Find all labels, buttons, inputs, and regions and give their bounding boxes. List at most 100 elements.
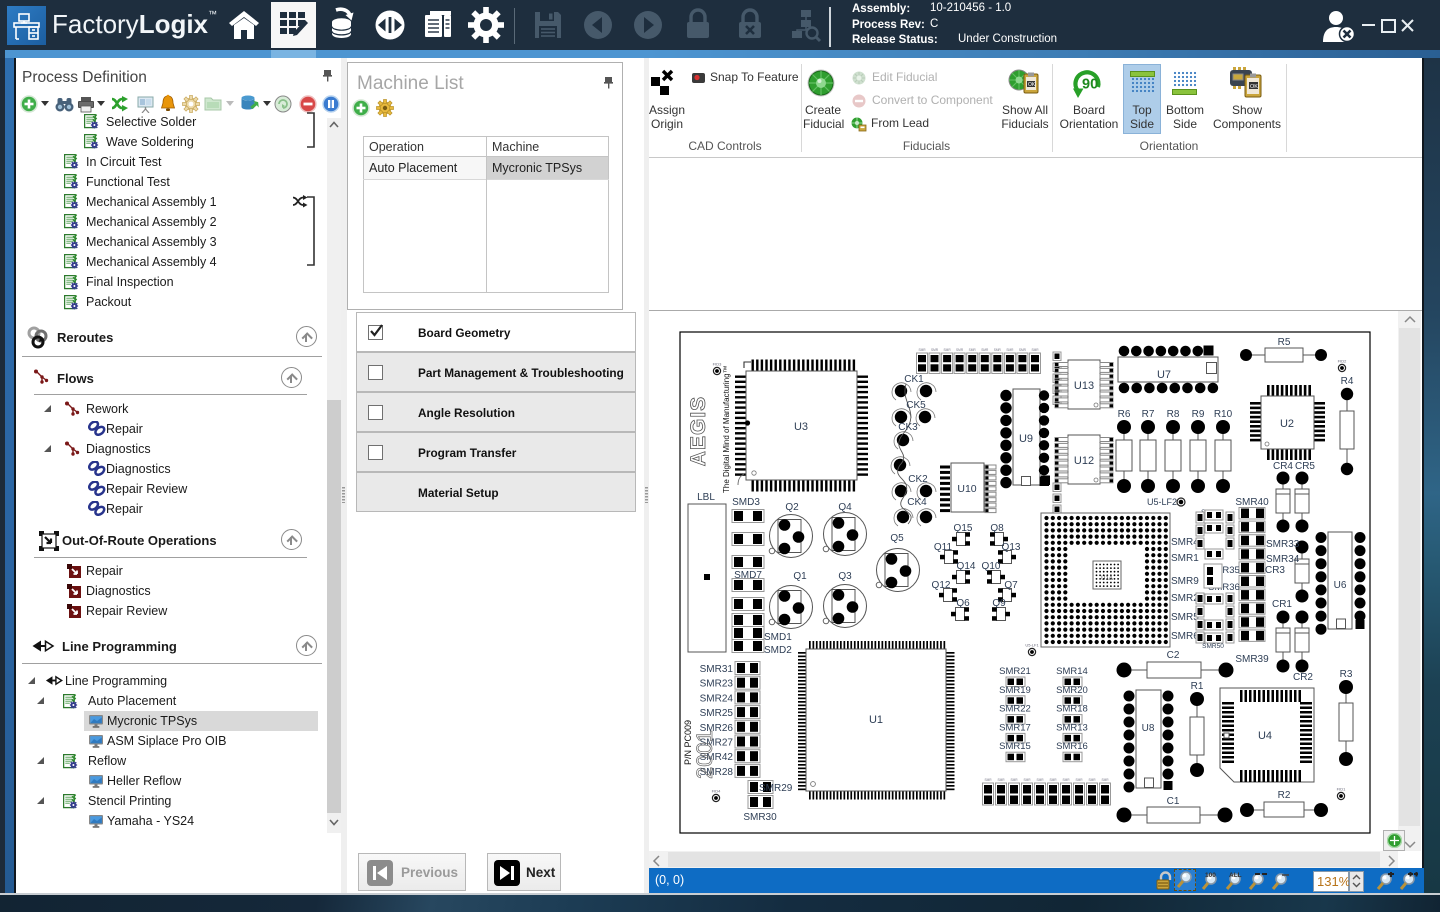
svg-text:SMR34: SMR34 bbox=[1266, 554, 1300, 565]
svg-text:SMR21: SMR21 bbox=[999, 666, 1031, 677]
svg-text:U5-LF2: U5-LF2 bbox=[1147, 497, 1177, 507]
svg-text:R9: R9 bbox=[1192, 409, 1205, 420]
svg-text:SMR18: SMR18 bbox=[1056, 704, 1088, 715]
svg-text:SMR22: SMR22 bbox=[999, 704, 1031, 715]
svg-text:The Digital Mind of Manufactur: The Digital Mind of Manufacturing™ bbox=[722, 365, 731, 493]
svg-text:SMR: SMR bbox=[1036, 778, 1044, 782]
svg-text:CK5: CK5 bbox=[906, 400, 926, 411]
svg-text:SMR30: SMR30 bbox=[743, 812, 777, 823]
svg-text:SMR33: SMR33 bbox=[1266, 539, 1300, 550]
svg-text:SMD2: SMD2 bbox=[764, 645, 792, 656]
svg-text:U1A: U1A bbox=[1101, 576, 1113, 582]
svg-text:Q9: Q9 bbox=[992, 598, 1006, 609]
svg-text:R1: R1 bbox=[1191, 681, 1204, 692]
svg-text:SMR9: SMR9 bbox=[1171, 576, 1199, 587]
svg-text:C1: C1 bbox=[1167, 796, 1180, 807]
svg-text:Q8: Q8 bbox=[990, 523, 1004, 534]
svg-text:SMR: SMR bbox=[1006, 348, 1014, 352]
svg-text:R7: R7 bbox=[1142, 409, 1155, 420]
svg-text:SMR6: SMR6 bbox=[1171, 631, 1199, 642]
svg-text:90: 90 bbox=[1082, 77, 1098, 93]
svg-text:Q13: Q13 bbox=[1002, 542, 1021, 553]
svg-text:Q2: Q2 bbox=[785, 502, 799, 513]
svg-text:SMR: SMR bbox=[1031, 348, 1039, 352]
svg-text:SMR: SMR bbox=[969, 348, 977, 352]
svg-text:Q7: Q7 bbox=[1004, 580, 1018, 591]
svg-text:SMR: SMR bbox=[1023, 778, 1031, 782]
svg-text:SMR25: SMR25 bbox=[700, 708, 734, 719]
svg-text:SMR: SMR bbox=[997, 778, 1005, 782]
svg-text:CR1: CR1 bbox=[1272, 599, 1292, 610]
svg-text:AEGIS: AEGIS bbox=[687, 396, 710, 466]
svg-text:SMR: SMR bbox=[944, 348, 952, 352]
svg-text:SMR23: SMR23 bbox=[700, 679, 734, 690]
svg-text:Q3: Q3 bbox=[838, 571, 852, 582]
svg-text:U9: U9 bbox=[1019, 433, 1033, 445]
svg-text:SMR: SMR bbox=[1075, 778, 1083, 782]
svg-text:Q4: Q4 bbox=[838, 502, 852, 513]
svg-text:U2: U2 bbox=[1280, 418, 1294, 430]
svg-text:SMR16: SMR16 bbox=[1056, 741, 1088, 752]
svg-text:U6: U6 bbox=[1334, 580, 1347, 591]
svg-text:OK: OK bbox=[1028, 82, 1036, 88]
svg-text:SMR: SMR bbox=[1019, 348, 1027, 352]
svg-text:SMR1: SMR1 bbox=[1171, 553, 1199, 564]
svg-text:Q10: Q10 bbox=[982, 561, 1001, 572]
svg-text:SMR: SMR bbox=[1088, 778, 1096, 782]
svg-text:2001: 2001 bbox=[692, 730, 717, 779]
svg-text:U3: U3 bbox=[794, 421, 808, 433]
svg-text:Q6: Q6 bbox=[956, 598, 970, 609]
svg-text:SMR: SMR bbox=[981, 348, 989, 352]
svg-text:SMR14: SMR14 bbox=[1056, 666, 1088, 677]
svg-text:Q14: Q14 bbox=[957, 561, 976, 572]
svg-text:SMR2: SMR2 bbox=[1171, 593, 1199, 604]
svg-text:SMR: SMR bbox=[1101, 778, 1109, 782]
svg-text:SMR24: SMR24 bbox=[700, 693, 734, 704]
svg-text:R6: R6 bbox=[1118, 409, 1131, 420]
svg-text:OK: OK bbox=[1250, 84, 1258, 90]
svg-text:Q15: Q15 bbox=[954, 523, 973, 534]
svg-text:C2: C2 bbox=[1167, 650, 1180, 661]
svg-text:R4: R4 bbox=[1341, 376, 1354, 387]
svg-text:SMR: SMR bbox=[994, 348, 1002, 352]
svg-text:SMR: SMR bbox=[918, 348, 926, 352]
svg-text:U12: U12 bbox=[1074, 455, 1094, 467]
svg-text:FID3: FID3 bbox=[713, 361, 722, 366]
svg-text:CR3: CR3 bbox=[1265, 565, 1285, 576]
svg-text:CR5: CR5 bbox=[1295, 461, 1315, 472]
svg-text:R3: R3 bbox=[1340, 669, 1353, 680]
svg-text:U8: U8 bbox=[1142, 723, 1155, 734]
svg-text:Q11: Q11 bbox=[934, 542, 953, 553]
svg-text:SMR: SMR bbox=[1010, 778, 1018, 782]
svg-text:SMR40: SMR40 bbox=[1235, 497, 1269, 508]
svg-text:U1: U1 bbox=[869, 714, 883, 726]
svg-text:R5: R5 bbox=[1278, 337, 1291, 348]
svg-text:U7: U7 bbox=[1157, 369, 1171, 381]
svg-text:Q5: Q5 bbox=[890, 533, 904, 544]
svg-text:U13: U13 bbox=[1074, 380, 1094, 392]
svg-text:CR4: CR4 bbox=[1273, 461, 1293, 472]
svg-text:100: 100 bbox=[1205, 872, 1216, 879]
svg-text:CK4: CK4 bbox=[907, 497, 927, 508]
svg-text:FID2: FID2 bbox=[1338, 358, 1347, 363]
svg-text:SMR: SMR bbox=[1062, 778, 1070, 782]
svg-text:R10: R10 bbox=[1214, 409, 1233, 420]
svg-text:FID4: FID4 bbox=[712, 788, 721, 793]
svg-text:SMR39: SMR39 bbox=[1235, 654, 1269, 665]
svg-text:R8: R8 bbox=[1167, 409, 1180, 420]
svg-text:Q12: Q12 bbox=[932, 580, 951, 591]
svg-text:SMR29: SMR29 bbox=[759, 783, 793, 794]
svg-text:SMD3: SMD3 bbox=[732, 497, 760, 508]
svg-text:CK1: CK1 bbox=[904, 374, 924, 385]
svg-text:SMR15: SMR15 bbox=[999, 741, 1031, 752]
svg-text:SMR17: SMR17 bbox=[999, 722, 1031, 733]
svg-text:R2: R2 bbox=[1278, 790, 1291, 801]
svg-text:SMD1: SMD1 bbox=[764, 632, 792, 643]
svg-text:SMR19: SMR19 bbox=[999, 685, 1031, 696]
svg-text:SMR: SMR bbox=[1049, 778, 1057, 782]
svg-text:SMR4: SMR4 bbox=[1171, 537, 1199, 548]
svg-text:U4: U4 bbox=[1258, 730, 1272, 742]
svg-text:ALL: ALL bbox=[1229, 872, 1242, 879]
svg-text:LBL: LBL bbox=[697, 492, 715, 503]
svg-text:SMR20: SMR20 bbox=[1056, 685, 1088, 696]
